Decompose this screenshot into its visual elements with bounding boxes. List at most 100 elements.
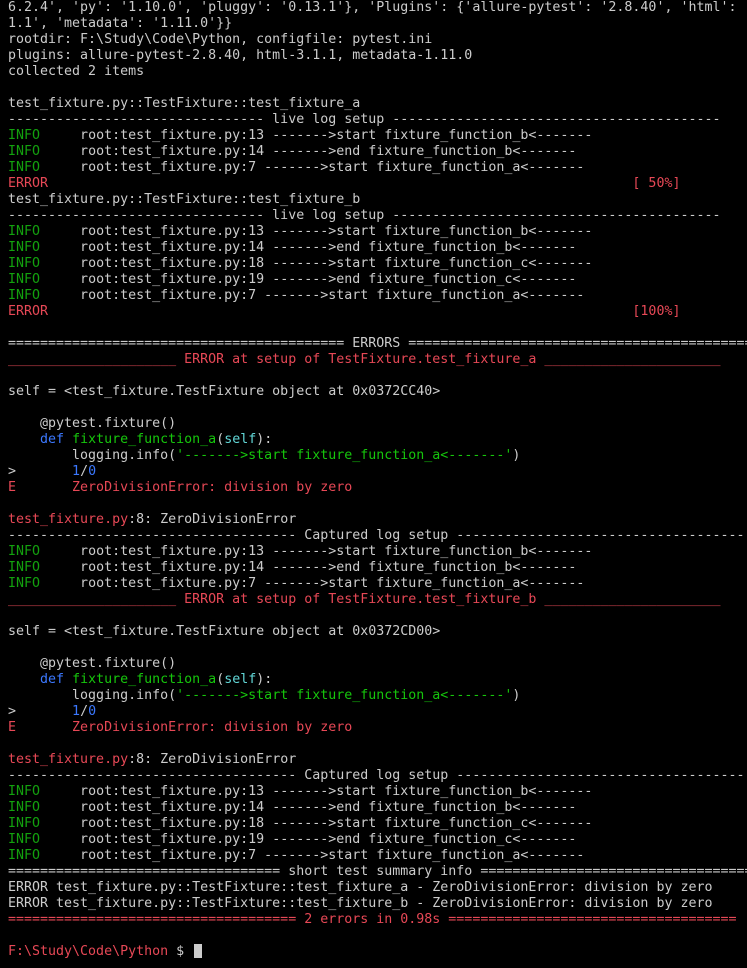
terminal-line: _____________________ ERROR at setup of … [8,352,747,368]
text-segment: F:\Study\Code\Python [8,944,169,959]
text-segment: self [224,432,257,447]
terminal-line: E ZeroDivisionError: division by zero [8,720,747,736]
text-segment: ------------------------------------ Cap… [8,768,745,783]
text-segment: ): [256,432,273,447]
text-segment: test_fixture.py::TestFixture::test_fixtu… [8,192,361,207]
text-segment: -------------------------------- live lo… [8,208,721,223]
text-segment: INFO [8,800,41,815]
text-segment: INFO [8,128,41,143]
terminal-line: ERROR [100%] [8,304,747,320]
text-segment: logging.info( [8,448,177,463]
text-segment: root:test_fixture.py:18 ------->start fi… [40,256,593,271]
text-segment: / [80,704,89,719]
text-segment [8,672,40,687]
text-segment: ERROR [8,304,49,319]
terminal-line: INFO root:test_fixture.py:13 ------->sta… [8,784,747,800]
text-segment: / [80,464,89,479]
terminal-line: self = <test_fixture.TestFixture object … [8,384,747,400]
text-segment: ) [512,688,521,703]
terminal-line: INFO root:test_fixture.py:7 ------->star… [8,160,747,176]
text-segment: 6.2.4', 'py': '1.10.0', 'pluggy': '0.13.… [8,0,737,15]
text-segment: 0 [88,704,97,719]
text-segment: root:test_fixture.py:14 ------->end fixt… [40,144,577,159]
terminal-line: INFO root:test_fixture.py:14 ------->end… [8,240,747,256]
text-segment: self [224,672,257,687]
text-segment: INFO [8,576,41,591]
text-segment: ERROR [8,176,49,191]
text-segment: $ [168,944,193,959]
terminal-line: INFO root:test_fixture.py:13 ------->sta… [8,224,747,240]
text-segment: _____________________ ERROR at setup of … [8,352,721,367]
terminal-line: INFO root:test_fixture.py:19 ------->end… [8,272,747,288]
cursor[interactable] [194,944,203,958]
terminal-line: INFO root:test_fixture.py:18 ------->sta… [8,256,747,272]
terminal-line: ERROR test_fixture.py::TestFixture::test… [8,896,747,912]
terminal-line: ========================================… [8,336,747,352]
text-segment: rootdir: F:\Study\Code\Python, configfil… [8,32,433,47]
text-segment: plugins: allure-pytest-2.8.40, html-3.1.… [8,48,473,63]
text-segment: 0 [88,464,97,479]
text-segment [8,432,40,447]
text-segment: INFO [8,160,41,175]
text-segment: collected 2 items [8,64,145,79]
text-segment: ERROR test_fixture.py::TestFixture::test… [8,896,713,911]
text-segment: INFO [8,272,41,287]
text-segment: root:test_fixture.py:19 ------->end fixt… [40,272,577,287]
text-segment: root:test_fixture.py:14 ------->end fixt… [40,800,577,815]
text-segment: ------------------------------------ Cap… [8,528,745,543]
text-segment: ==================================== 2 e… [8,912,737,927]
text-segment: ) [512,448,521,463]
text-segment: INFO [8,288,41,303]
text-segment: root:test_fixture.py:14 ------->end fixt… [40,560,577,575]
terminal-line: logging.info('------->start fixture_func… [8,688,747,704]
text-segment: INFO [8,256,41,271]
terminal-line: 6.2.4', 'py': '1.10.0', 'pluggy': '0.13.… [8,0,747,16]
terminal-line: INFO root:test_fixture.py:7 ------->star… [8,576,747,592]
terminal-line: test_fixture.py::TestFixture::test_fixtu… [8,96,747,112]
text-segment [64,432,72,447]
text-segment: test_fixture.py::TestFixture::test_fixtu… [8,96,361,111]
text-segment: fixture_function_a [72,432,217,447]
terminal-line: INFO root:test_fixture.py:7 ------->star… [8,848,747,864]
text-segment: self = <test_fixture.TestFixture object … [8,384,441,399]
text-segment: root:test_fixture.py:13 ------->start fi… [40,128,593,143]
terminal-line: test_fixture.py:8: ZeroDivisionError [8,752,747,768]
terminal-line: def fixture_function_a(self): [8,672,747,688]
text-segment: ): [256,672,273,687]
terminal-line: ------------------------------------ Cap… [8,528,747,544]
text-segment: ================================== short… [8,864,747,879]
text-segment: root:test_fixture.py:7 ------->start fix… [40,288,585,303]
shell-prompt: F:\Study\Code\Python $ [8,944,747,960]
text-segment: ( [216,672,225,687]
text-segment: root:test_fixture.py:14 ------->end fixt… [40,240,577,255]
terminal-line: ==================================== 2 e… [8,912,747,928]
text-segment: root:test_fixture.py:13 ------->start fi… [40,224,593,239]
terminal-line: INFO root:test_fixture.py:14 ------->end… [8,144,747,160]
text-segment: ========================================… [8,336,747,351]
text-segment: 1 [72,704,81,719]
terminal-line: ================================== short… [8,864,747,880]
terminal-line: ERROR [ 50%] [8,176,747,192]
text-segment: INFO [8,832,41,847]
text-segment: fixture_function_a [72,672,217,687]
terminal-line: test_fixture.py::TestFixture::test_fixtu… [8,192,747,208]
terminal-output: 6.2.4', 'py': '1.10.0', 'pluggy': '0.13.… [0,0,747,960]
text-segment: [ 50%] [48,176,681,191]
terminal-line: ------------------------------------ Cap… [8,768,747,784]
text-segment: def [40,672,65,687]
text-segment: E ZeroDivisionError: division by zero [8,480,353,495]
text-segment: def [40,432,65,447]
terminal-line: _____________________ ERROR at setup of … [8,592,747,608]
text-segment: logging.info( [8,688,177,703]
text-segment: E ZeroDivisionError: division by zero [8,720,353,735]
text-segment: root:test_fixture.py:13 ------->start fi… [40,784,593,799]
